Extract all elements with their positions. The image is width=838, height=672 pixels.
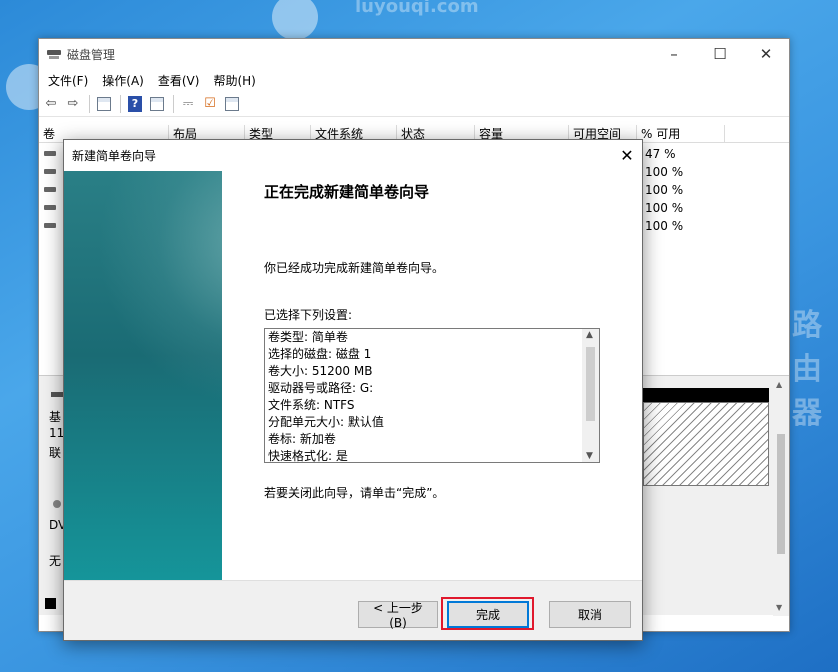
close-window-button[interactable]: ✕ — [743, 39, 789, 69]
volume-icon — [44, 223, 56, 228]
properties-sheet-icon[interactable] — [94, 94, 114, 114]
forward-arrow-icon[interactable]: ⇨ — [63, 94, 83, 114]
dvd-status: 无 — [49, 554, 62, 568]
column-header-percent-free[interactable]: % 可用 — [637, 125, 725, 142]
watermark-badge-icon — [272, 0, 318, 40]
window-titlebar: 磁盘管理 – ☐ ✕ — [39, 39, 789, 69]
volume-icon — [44, 151, 56, 156]
back-arrow-icon[interactable]: ⇦ — [41, 94, 61, 114]
partition-block[interactable] — [643, 402, 769, 486]
partition-header-bar — [643, 388, 769, 402]
new-simple-volume-wizard: 新建简单卷向导 ✕ 正在完成新建简单卷向导 你已经成功完成新建简单卷向导。 已选… — [63, 139, 643, 641]
watermark-text: 路由器 — [792, 308, 822, 431]
percent-free-cell: 47 % — [645, 147, 676, 161]
maximize-button[interactable]: ☐ — [697, 39, 743, 69]
percent-free-cell: 100 % — [645, 165, 684, 179]
volume-icon — [44, 169, 56, 174]
back-button[interactable]: < 上一步(B) — [358, 601, 438, 630]
watermark-text: luyouqi.com — [355, 0, 479, 17]
list-item: 文件系统: NTFS — [268, 398, 355, 412]
disk-management-icon — [47, 48, 61, 60]
list-item: 选择的磁盘: 磁盘 1 — [268, 347, 372, 361]
cancel-button[interactable]: 取消 — [549, 601, 631, 628]
wizard-title: 新建简单卷向导 — [72, 149, 157, 163]
scroll-down-arrow-icon[interactable]: ▼ — [586, 451, 593, 461]
percent-free-cell: 100 % — [645, 219, 684, 233]
percent-free-cell: 100 % — [645, 201, 684, 215]
connect-icon[interactable]: ⎓ — [178, 94, 198, 114]
minimize-button[interactable]: – — [651, 39, 697, 69]
close-icon[interactable]: ✕ — [612, 141, 642, 171]
window-title: 磁盘管理 — [67, 47, 116, 62]
legend-unallocated-swatch — [45, 598, 56, 609]
menu-bar: 文件(F) 操作(A) 查看(V) 帮助(H) — [39, 69, 789, 91]
menu-help[interactable]: 帮助(H) — [206, 72, 262, 89]
disk-panel-scrollbar[interactable]: ▲ ▼ — [773, 376, 789, 616]
disk0-status: 联 — [49, 446, 62, 460]
list-item: 卷标: 新加卷 — [268, 432, 336, 446]
menu-action[interactable]: 操作(A) — [95, 72, 151, 89]
wizard-sidebar-graphic — [64, 171, 222, 581]
percent-free-cell: 100 % — [645, 183, 684, 197]
volume-icon — [44, 187, 56, 192]
disk0-size: 11 — [49, 426, 65, 440]
scroll-up-arrow-icon[interactable]: ▲ — [586, 330, 593, 340]
menu-view[interactable]: 查看(V) — [151, 72, 207, 89]
list-item: 快速格式化: 是 — [268, 449, 348, 463]
wizard-footer: < 上一步(B) 完成 取消 — [64, 580, 642, 640]
list-item: 驱动器号或路径: G: — [268, 381, 374, 395]
settings-label: 已选择下列设置: — [264, 308, 353, 322]
menu-file[interactable]: 文件(F) — [41, 72, 95, 89]
settings-scrollbar[interactable]: ▲ ▼ — [582, 329, 599, 462]
dvd-icon — [53, 500, 61, 508]
finish-button[interactable]: 完成 — [447, 601, 529, 628]
check-icon[interactable]: ☑ — [200, 94, 220, 114]
list-item: 卷大小: 51200 MB — [268, 364, 373, 378]
help-icon[interactable]: ? — [125, 94, 145, 114]
disk0-label: 基 — [49, 410, 62, 424]
wizard-body: 正在完成新建简单卷向导 你已经成功完成新建简单卷向导。 已选择下列设置: 卷类型… — [222, 171, 642, 581]
wizard-heading: 正在完成新建简单卷向导 — [264, 183, 430, 201]
scrollbar-thumb[interactable] — [586, 347, 595, 421]
scrollbar-thumb[interactable] — [777, 434, 785, 554]
settings-listbox[interactable]: 卷类型: 简单卷 选择的磁盘: 磁盘 1 卷大小: 51200 MB 驱动器号或… — [264, 328, 600, 463]
wizard-titlebar: 新建简单卷向导 ✕ — [64, 140, 642, 171]
list-item: 卷类型: 简单卷 — [268, 330, 348, 344]
volume-icon — [44, 205, 56, 210]
close-hint: 若要关闭此向导，请单击“完成”。 — [264, 486, 445, 500]
list-sheet-icon[interactable] — [222, 94, 242, 114]
snapin-sheet-icon[interactable] — [147, 94, 167, 114]
wizard-intro: 你已经成功完成新建简单卷向导。 — [264, 261, 445, 275]
disk-icon — [51, 392, 63, 397]
toolbar: ⇦ ⇨ ? ⎓ ☑ — [39, 91, 789, 117]
list-item: 分配单元大小: 默认值 — [268, 415, 384, 429]
